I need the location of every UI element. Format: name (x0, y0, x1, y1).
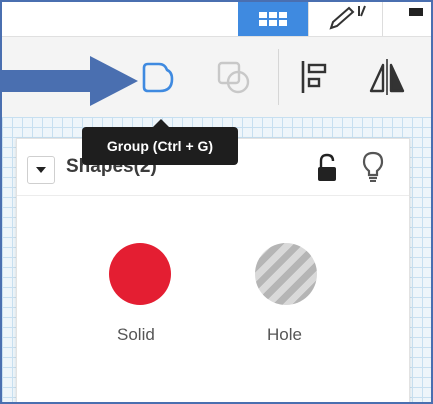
panel-collapse-dropdown[interactable] (27, 156, 55, 184)
group-tooltip: Group (Ctrl + G) (82, 119, 238, 165)
ungroup-button[interactable] (198, 37, 268, 117)
hole-label: Hole (267, 325, 302, 344)
grid-view-icon (259, 12, 287, 26)
solid-label: Solid (117, 325, 155, 344)
pencil-icon (329, 5, 366, 30)
list-view-icon (409, 8, 423, 16)
shapes-panel: Shapes(2) Solid Hole (16, 138, 410, 402)
unlock-icon[interactable] (315, 153, 339, 183)
annotation-arrow-icon (2, 56, 138, 106)
ungroup-icon (217, 61, 250, 94)
grid-view-button[interactable] (238, 2, 308, 36)
app-frame: Shapes(2) Solid Hole Group (Ctrl + G) (0, 0, 433, 404)
toolbar-divider (278, 49, 279, 105)
view-switcher (2, 2, 431, 36)
tooltip-text: Group (Ctrl + G) (106, 138, 214, 154)
align-button[interactable] (280, 37, 350, 117)
solid-swatch[interactable] (109, 243, 171, 305)
lightbulb-icon[interactable] (361, 151, 385, 183)
mirror-icon (369, 59, 405, 95)
list-view-button[interactable] (382, 2, 431, 36)
hole-swatch[interactable] (255, 243, 317, 305)
caret-down-icon (36, 167, 46, 173)
align-icon (301, 61, 327, 93)
mirror-button[interactable] (352, 37, 422, 117)
pencil-view-button[interactable] (308, 2, 383, 36)
